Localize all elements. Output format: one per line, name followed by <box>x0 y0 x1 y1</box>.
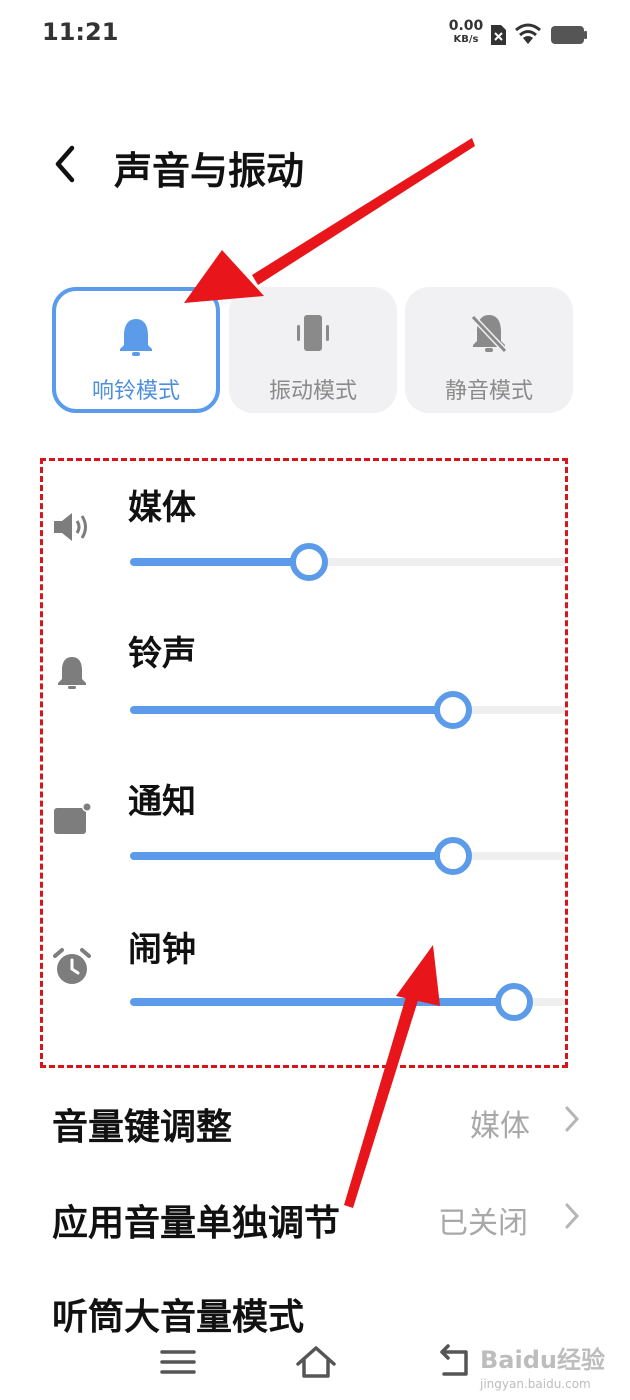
annotation-arrow-top <box>184 138 475 303</box>
home-icon[interactable] <box>294 1340 338 1384</box>
watermark-sub: jingyan.baidu.com <box>480 1377 591 1391</box>
back-icon[interactable] <box>432 1340 476 1384</box>
watermark: Baidu经验 jingyan.baidu.com <box>480 1340 605 1391</box>
watermark-text: Baidu经验 <box>480 1346 605 1374</box>
annotation-arrows <box>184 138 475 1208</box>
annotation-arrow-bottom <box>344 945 440 1208</box>
menu-icon[interactable] <box>156 1340 200 1384</box>
